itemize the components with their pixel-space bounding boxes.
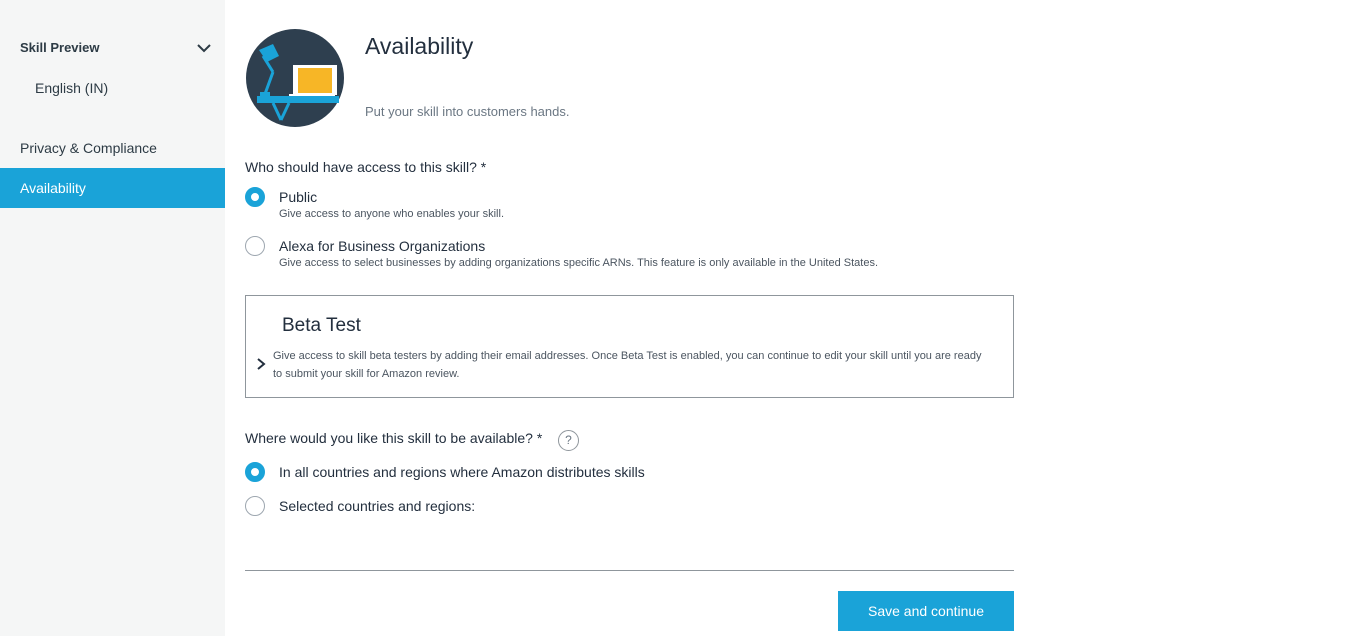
option-label-selected-countries[interactable]: Selected countries and regions: [279,498,475,514]
page-subtitle: Put your skill into customers hands. [365,104,570,119]
option-desc-alexa-for-business: Give access to select businesses by addi… [279,257,879,269]
sidebar-item-english-in[interactable]: English (IN) [35,80,108,96]
chevron-right-icon[interactable] [256,357,266,371]
option-desc-public: Give access to anyone who enables your s… [279,208,505,220]
beta-test-panel[interactable]: Beta Test Give access to skill beta test… [245,295,1014,398]
beta-test-description: Give access to skill beta testers by add… [273,350,982,380]
beta-test-title: Beta Test [282,315,361,336]
help-icon[interactable]: ? [558,430,579,451]
save-and-continue-button[interactable]: Save and continue [838,591,1014,631]
radio-alexa-for-business[interactable] [245,236,265,256]
divider [245,570,1014,571]
sidebar: Skill Preview English (IN) Privacy & Com… [0,0,225,636]
availability-question: Where would you like this skill to be av… [245,430,543,446]
radio-selected-countries[interactable] [245,496,265,516]
option-label-alexa-for-business[interactable]: Alexa for Business Organizations [279,238,485,254]
sidebar-item-availability[interactable]: Availability [0,168,225,208]
page-title: Availability [365,33,474,59]
main-content: Availability Put your skill into custome… [245,0,1015,636]
option-label-public[interactable]: Public [279,189,317,205]
radio-public[interactable] [245,187,265,207]
sidebar-section-skill-preview[interactable]: Skill Preview [20,40,100,55]
option-label-all-countries[interactable]: In all countries and regions where Amazo… [279,464,645,480]
chevron-down-icon[interactable] [196,42,212,54]
sidebar-item-privacy-compliance[interactable]: Privacy & Compliance [0,128,225,168]
desk-lamp-laptop-illustration [246,29,344,127]
radio-all-countries[interactable] [245,462,265,482]
access-question: Who should have access to this skill? * [245,159,487,175]
